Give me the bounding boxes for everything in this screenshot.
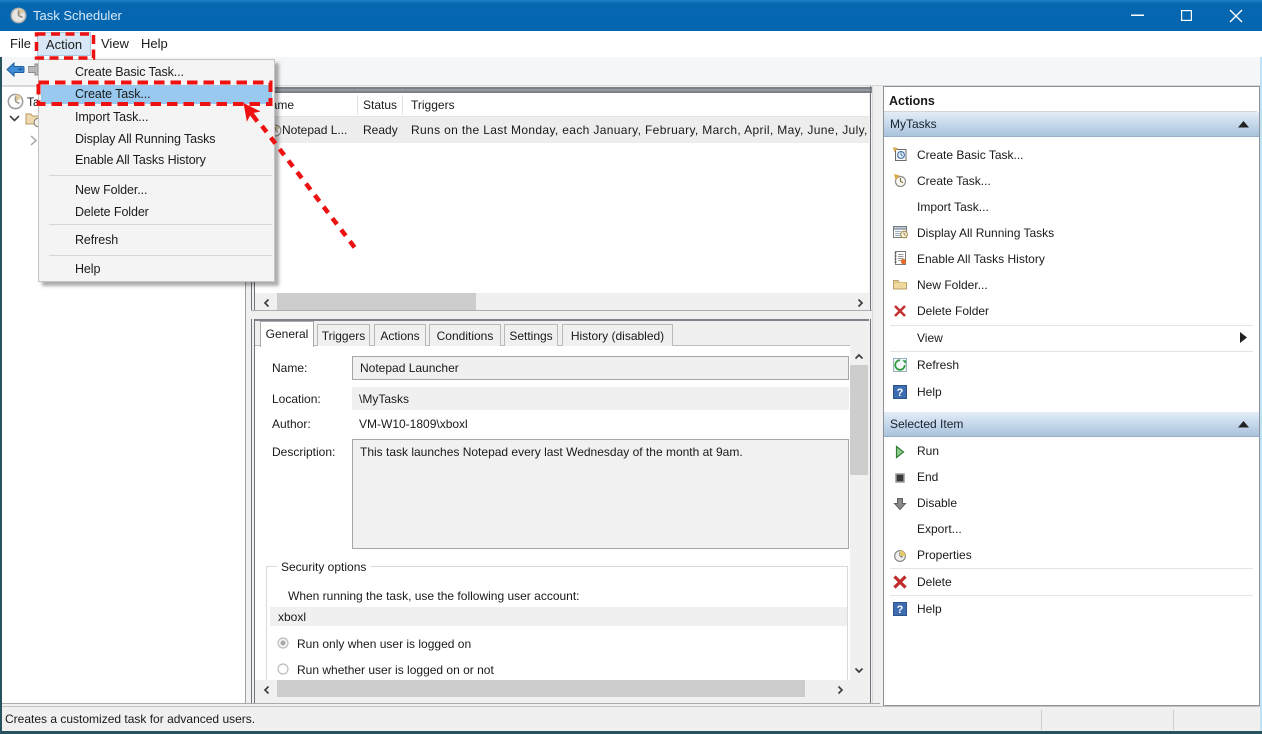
svg-text:?: ? xyxy=(897,387,904,399)
svg-text:?: ? xyxy=(897,604,904,616)
